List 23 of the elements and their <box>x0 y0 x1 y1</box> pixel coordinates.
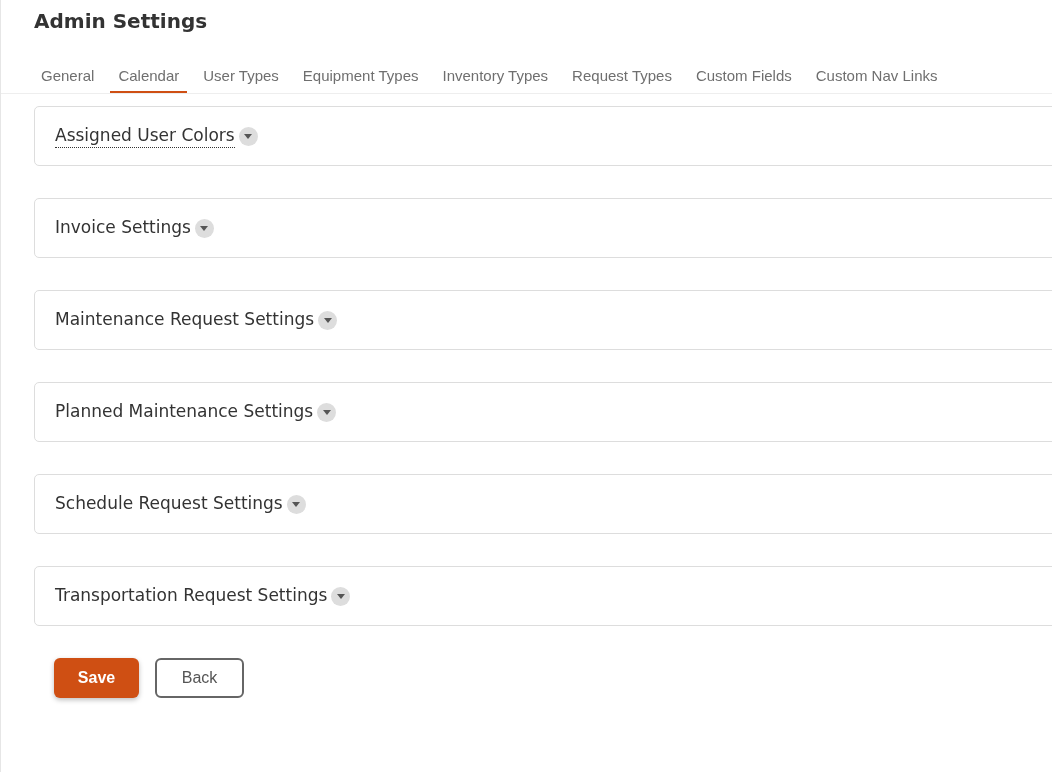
save-button[interactable]: Save <box>54 658 139 698</box>
tab[interactable]: General <box>33 61 103 93</box>
caret-icon[interactable] <box>286 494 306 514</box>
panel-title[interactable]: Transportation Request Settings <box>55 584 328 608</box>
panel-title[interactable]: Planned Maintenance Settings <box>55 400 314 424</box>
tab[interactable]: Request Types <box>564 61 680 93</box>
back-button[interactable]: Back <box>155 658 244 698</box>
panel-title[interactable]: Assigned User Colors <box>55 124 235 148</box>
tab[interactable]: Custom Nav Links <box>807 61 946 93</box>
panel-title[interactable]: Schedule Request Settings <box>55 492 283 516</box>
caret-icon[interactable] <box>317 402 337 422</box>
tab[interactable]: Calendar <box>110 61 188 93</box>
tab[interactable]: Custom Fields <box>687 61 800 93</box>
panel-title[interactable]: Invoice Settings <box>55 216 191 240</box>
tab[interactable]: User Types <box>195 61 287 93</box>
caret-icon[interactable] <box>318 310 338 330</box>
tab[interactable]: Inventory Types <box>434 61 557 93</box>
caret-icon[interactable] <box>331 586 351 606</box>
caret-icon[interactable] <box>194 218 214 238</box>
tab[interactable]: Equipment Types <box>294 61 427 93</box>
page-title: Admin Settings <box>33 8 209 35</box>
caret-icon[interactable] <box>238 126 258 146</box>
panel-title[interactable]: Maintenance Request Settings <box>55 308 315 332</box>
